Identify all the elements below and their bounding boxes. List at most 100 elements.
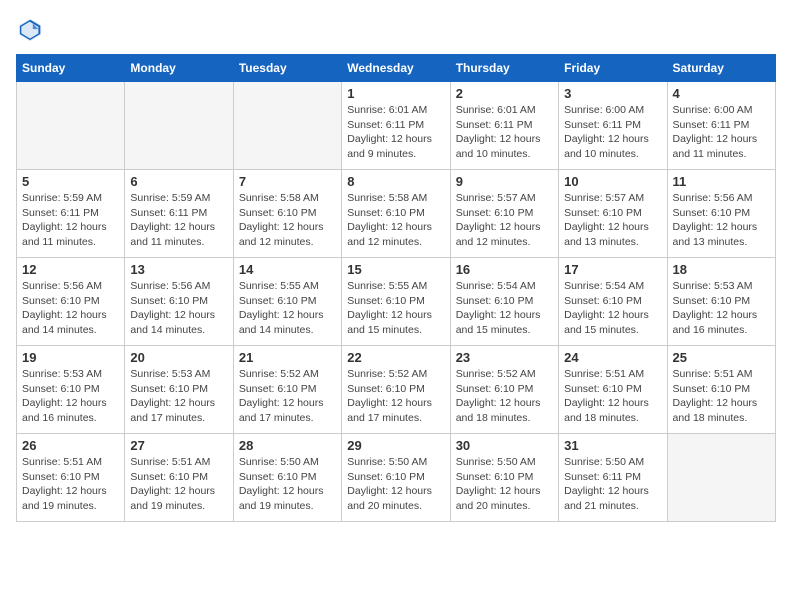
day-number: 21 xyxy=(239,350,336,365)
calendar-week-1: 1 Sunrise: 6:01 AM Sunset: 6:11 PM Daylig… xyxy=(17,82,776,170)
calendar-header-friday: Friday xyxy=(559,55,667,82)
day-number: 15 xyxy=(347,262,444,277)
day-number: 16 xyxy=(456,262,553,277)
calendar-cell: 2 Sunrise: 6:01 AM Sunset: 6:11 PM Daylig… xyxy=(450,82,558,170)
day-info: Sunrise: 5:56 AM Sunset: 6:10 PM Dayligh… xyxy=(130,279,227,338)
calendar-cell: 28 Sunrise: 5:50 AM Sunset: 6:10 PM Dayli… xyxy=(233,434,341,522)
calendar-cell: 20Sunrise: 5:53 AM Sunset: 6:10 PM Dayli… xyxy=(125,346,233,434)
calendar-cell: 18 Sunrise: 5:53 AM Sunset: 6:10 PM Dayli… xyxy=(667,258,775,346)
calendar-cell xyxy=(17,82,125,170)
calendar-cell: 13 Sunrise: 5:56 AM Sunset: 6:10 PM Dayli… xyxy=(125,258,233,346)
calendar-cell: 8 Sunrise: 5:58 AM Sunset: 6:10 PM Daylig… xyxy=(342,170,450,258)
day-number: 18 xyxy=(673,262,770,277)
day-info: Sunrise: 6:00 AM Sunset: 6:11 PM Dayligh… xyxy=(673,103,770,162)
day-number: 31 xyxy=(564,438,661,453)
day-number: 23 xyxy=(456,350,553,365)
day-info: Sunrise: 5:50 AM Sunset: 6:10 PM Dayligh… xyxy=(347,455,444,514)
calendar-header-row: SundayMondayTuesdayWednesdayThursdayFrid… xyxy=(17,55,776,82)
calendar-cell: 17 Sunrise: 5:54 AM Sunset: 6:10 PM Dayli… xyxy=(559,258,667,346)
calendar-cell: 10 Sunrise: 5:57 AM Sunset: 6:10 PM Dayli… xyxy=(559,170,667,258)
day-number: 10 xyxy=(564,174,661,189)
day-number: 22 xyxy=(347,350,444,365)
day-number: 8 xyxy=(347,174,444,189)
calendar-cell: 31 Sunrise: 5:50 AM Sunset: 6:11 PM Dayli… xyxy=(559,434,667,522)
day-number: 17 xyxy=(564,262,661,277)
day-number: 1 xyxy=(347,86,444,101)
day-info: Sunrise: 5:52 AM Sunset: 6:10 PM Dayligh… xyxy=(347,367,444,426)
day-number: 25 xyxy=(673,350,770,365)
calendar-cell: 19 Sunrise: 5:53 AM Sunset: 6:10 PM Dayli… xyxy=(17,346,125,434)
calendar-cell: 24 Sunrise: 5:51 AM Sunset: 6:10 PM Dayli… xyxy=(559,346,667,434)
day-number: 13 xyxy=(130,262,227,277)
calendar-header-thursday: Thursday xyxy=(450,55,558,82)
calendar-week-2: 5 Sunrise: 5:59 AM Sunset: 6:11 PM Daylig… xyxy=(17,170,776,258)
day-info: Sunrise: 5:53 AM Sunset: 6:10 PM Dayligh… xyxy=(673,279,770,338)
calendar-cell xyxy=(233,82,341,170)
logo xyxy=(16,16,48,44)
calendar-cell: 30 Sunrise: 5:50 AM Sunset: 6:10 PM Dayli… xyxy=(450,434,558,522)
day-info: Sunrise: 5:59 AM Sunset: 6:11 PM Dayligh… xyxy=(22,191,119,250)
calendar-cell: 22 Sunrise: 5:52 AM Sunset: 6:10 PM Dayli… xyxy=(342,346,450,434)
day-info: Sunrise: 5:51 AM Sunset: 6:10 PM Dayligh… xyxy=(130,455,227,514)
calendar-cell: 23 Sunrise: 5:52 AM Sunset: 6:10 PM Dayli… xyxy=(450,346,558,434)
calendar-cell xyxy=(667,434,775,522)
calendar-header-sunday: Sunday xyxy=(17,55,125,82)
day-info: Sunrise: 5:54 AM Sunset: 6:10 PM Dayligh… xyxy=(564,279,661,338)
day-number: 26 xyxy=(22,438,119,453)
calendar-cell: 7Sunrise: 5:58 AM Sunset: 6:10 PM Daylig… xyxy=(233,170,341,258)
day-number: 4 xyxy=(673,86,770,101)
day-info: Sunrise: 5:57 AM Sunset: 6:10 PM Dayligh… xyxy=(456,191,553,250)
day-number: 27 xyxy=(130,438,227,453)
day-number: 12 xyxy=(22,262,119,277)
calendar-cell: 3Sunrise: 6:00 AM Sunset: 6:11 PM Daylig… xyxy=(559,82,667,170)
calendar-cell: 11Sunrise: 5:56 AM Sunset: 6:10 PM Dayli… xyxy=(667,170,775,258)
day-info: Sunrise: 6:01 AM Sunset: 6:11 PM Dayligh… xyxy=(347,103,444,162)
day-info: Sunrise: 5:50 AM Sunset: 6:11 PM Dayligh… xyxy=(564,455,661,514)
day-info: Sunrise: 5:56 AM Sunset: 6:10 PM Dayligh… xyxy=(673,191,770,250)
day-number: 19 xyxy=(22,350,119,365)
day-info: Sunrise: 5:55 AM Sunset: 6:10 PM Dayligh… xyxy=(239,279,336,338)
calendar-cell xyxy=(125,82,233,170)
day-number: 14 xyxy=(239,262,336,277)
day-info: Sunrise: 5:51 AM Sunset: 6:10 PM Dayligh… xyxy=(22,455,119,514)
calendar-cell: 12Sunrise: 5:56 AM Sunset: 6:10 PM Dayli… xyxy=(17,258,125,346)
day-number: 30 xyxy=(456,438,553,453)
day-info: Sunrise: 5:51 AM Sunset: 6:10 PM Dayligh… xyxy=(564,367,661,426)
day-number: 28 xyxy=(239,438,336,453)
page-header xyxy=(16,16,776,44)
day-info: Sunrise: 5:52 AM Sunset: 6:10 PM Dayligh… xyxy=(456,367,553,426)
day-number: 24 xyxy=(564,350,661,365)
calendar-cell: 27 Sunrise: 5:51 AM Sunset: 6:10 PM Dayli… xyxy=(125,434,233,522)
calendar-cell: 5 Sunrise: 5:59 AM Sunset: 6:11 PM Daylig… xyxy=(17,170,125,258)
calendar-cell: 4 Sunrise: 6:00 AM Sunset: 6:11 PM Daylig… xyxy=(667,82,775,170)
day-number: 29 xyxy=(347,438,444,453)
calendar-week-5: 26 Sunrise: 5:51 AM Sunset: 6:10 PM Dayli… xyxy=(17,434,776,522)
day-info: Sunrise: 5:51 AM Sunset: 6:10 PM Dayligh… xyxy=(673,367,770,426)
calendar-cell: 1 Sunrise: 6:01 AM Sunset: 6:11 PM Daylig… xyxy=(342,82,450,170)
calendar-cell: 16Sunrise: 5:54 AM Sunset: 6:10 PM Dayli… xyxy=(450,258,558,346)
day-info: Sunrise: 5:52 AM Sunset: 6:10 PM Dayligh… xyxy=(239,367,336,426)
day-number: 2 xyxy=(456,86,553,101)
day-info: Sunrise: 5:57 AM Sunset: 6:10 PM Dayligh… xyxy=(564,191,661,250)
day-info: Sunrise: 5:58 AM Sunset: 6:10 PM Dayligh… xyxy=(347,191,444,250)
calendar-week-4: 19 Sunrise: 5:53 AM Sunset: 6:10 PM Dayli… xyxy=(17,346,776,434)
calendar-header-tuesday: Tuesday xyxy=(233,55,341,82)
day-info: Sunrise: 6:01 AM Sunset: 6:11 PM Dayligh… xyxy=(456,103,553,162)
day-number: 6 xyxy=(130,174,227,189)
calendar-cell: 21 Sunrise: 5:52 AM Sunset: 6:10 PM Dayli… xyxy=(233,346,341,434)
day-info: Sunrise: 5:55 AM Sunset: 6:10 PM Dayligh… xyxy=(347,279,444,338)
calendar-cell: 9 Sunrise: 5:57 AM Sunset: 6:10 PM Daylig… xyxy=(450,170,558,258)
day-number: 9 xyxy=(456,174,553,189)
logo-icon xyxy=(16,16,44,44)
day-info: Sunrise: 5:53 AM Sunset: 6:10 PM Dayligh… xyxy=(22,367,119,426)
day-info: Sunrise: 5:50 AM Sunset: 6:10 PM Dayligh… xyxy=(239,455,336,514)
calendar-week-3: 12 Sunrise: 5:56 AM Sunset: 6:10 PM Dayli… xyxy=(17,258,776,346)
day-info: Sunrise: 5:59 AM Sunset: 6:11 PM Dayligh… xyxy=(130,191,227,250)
day-number: 5 xyxy=(22,174,119,189)
day-info: Sunrise: 6:00 AM Sunset: 6:11 PM Dayligh… xyxy=(564,103,661,162)
calendar-cell: 6 Sunrise: 5:59 AM Sunset: 6:11 PM Daylig… xyxy=(125,170,233,258)
day-info: Sunrise: 5:50 AM Sunset: 6:10 PM Dayligh… xyxy=(456,455,553,514)
calendar-cell: 15 Sunrise: 5:55 AM Sunset: 6:10 PM Dayli… xyxy=(342,258,450,346)
calendar-cell: 26 Sunrise: 5:51 AM Sunset: 6:10 PM Dayli… xyxy=(17,434,125,522)
day-info: Sunrise: 5:53 AM Sunset: 6:10 PM Dayligh… xyxy=(130,367,227,426)
